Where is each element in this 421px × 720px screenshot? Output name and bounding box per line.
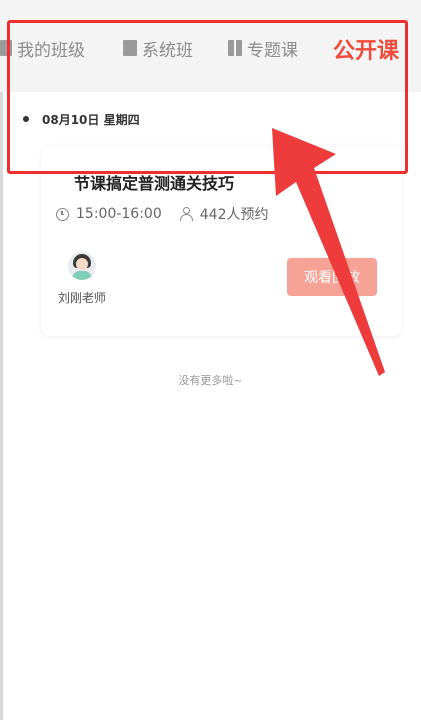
tab-my-classes[interactable]: 我的班级: [0, 37, 85, 61]
tab-public-course[interactable]: 公开课: [333, 33, 399, 65]
no-more-text: 没有更多啦~: [178, 374, 243, 387]
annotation-arrow-icon: [272, 128, 385, 376]
date-label: 08月10日 星期四: [42, 113, 140, 127]
course-meta: 15:00-16:00 442人预约: [56, 204, 268, 224]
timeline-dot: [23, 116, 29, 122]
clock-icon: [56, 207, 69, 221]
course-card[interactable]: 节课搞定普测通关技巧 15:00-16:00 442人预约 刘刚老师 观看回放: [42, 146, 401, 336]
tab-label: 我的班级: [17, 40, 85, 61]
tab-bar: 我的班级 系统班 专题课 公开课: [0, 0, 421, 92]
tab-label: 系统班: [142, 40, 193, 61]
document-icon: [0, 40, 12, 56]
person-icon: [179, 207, 193, 221]
watch-replay-button[interactable]: 观看回放: [287, 258, 377, 296]
teacher-avatar: [68, 252, 96, 280]
open-book-icon: [228, 40, 242, 56]
course-time: 15:00-16:00: [76, 206, 162, 222]
reservation-count: 442人预约: [199, 207, 269, 223]
book-icon: [123, 40, 137, 56]
screen-edge: [0, 0, 3, 720]
tab-system-class[interactable]: 系统班: [123, 37, 193, 61]
tab-label: 专题课: [247, 40, 298, 61]
course-title: 节课搞定普测通关技巧: [74, 174, 235, 193]
teacher-name: 刘刚老师: [58, 291, 107, 305]
tab-topic-course[interactable]: 专题课: [228, 37, 298, 61]
